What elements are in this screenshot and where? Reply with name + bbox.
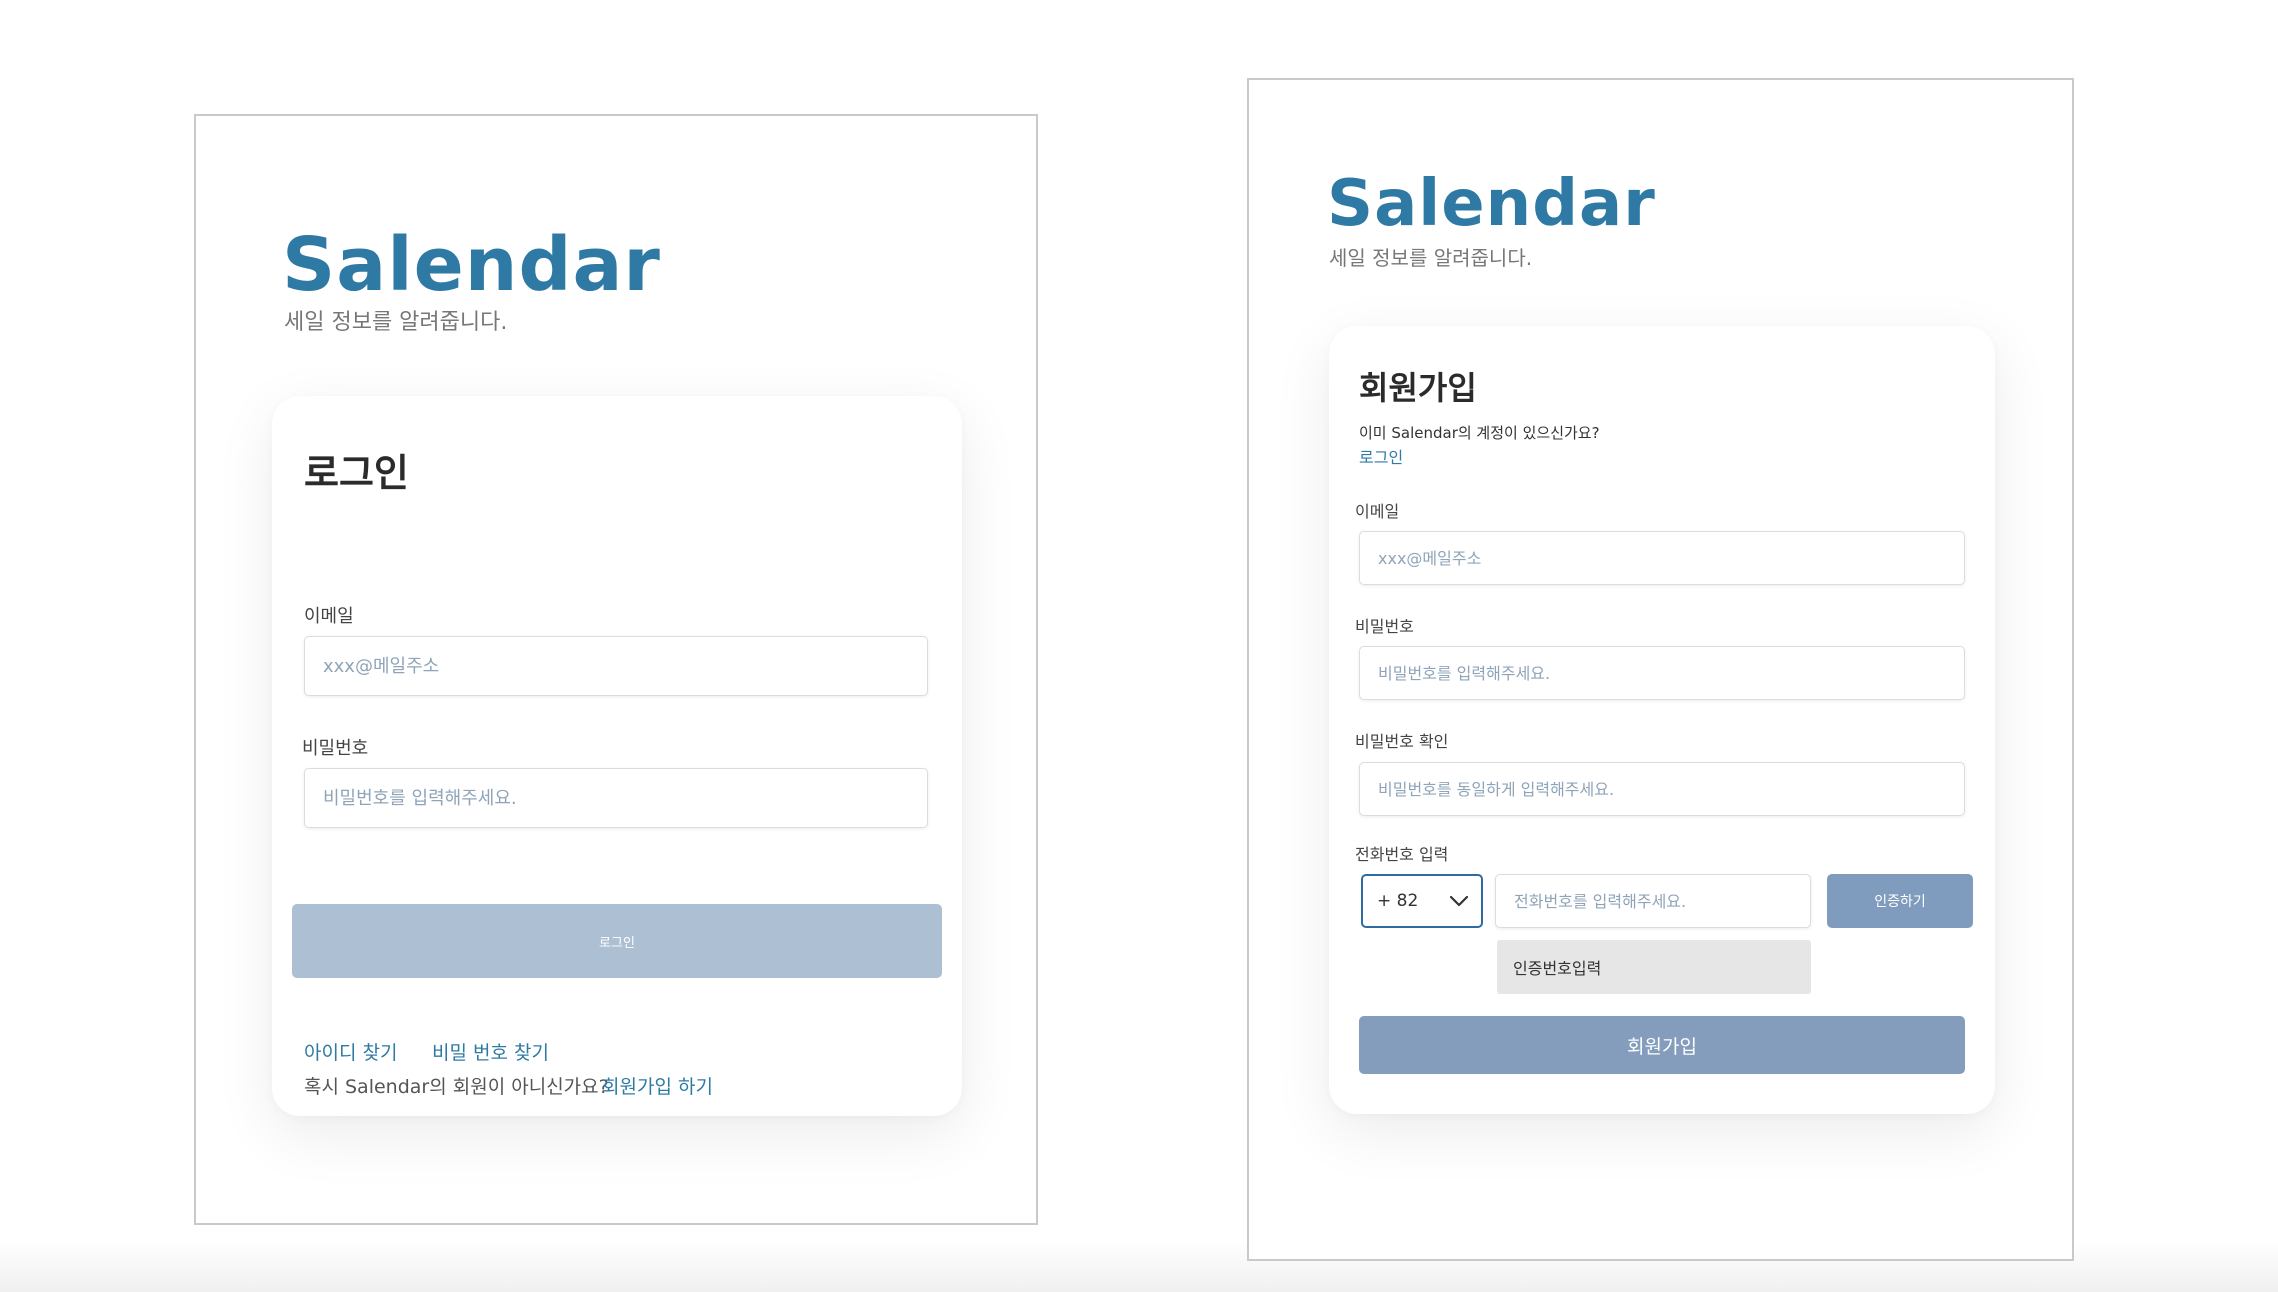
login-link[interactable]: 로그인 [1359, 450, 1403, 466]
verification-code-input[interactable]: 인증번호입력 [1497, 940, 1811, 994]
email-input[interactable] [304, 636, 928, 696]
country-code-select[interactable]: + 82 [1361, 874, 1483, 928]
password-confirm-input[interactable] [1359, 762, 1965, 816]
phone-input[interactable] [1495, 874, 1811, 928]
password-label: 비밀번호 [302, 738, 369, 759]
brand-tagline: 세일 정보를 알려줍니다. [1329, 246, 1533, 270]
email-input[interactable] [1359, 531, 1965, 585]
signup-card: 회원가입 이미 Salendar의 계정이 있으신가요? 로그인 이메일 비밀번… [1329, 326, 1995, 1114]
signup-title: 회원가입 [1359, 369, 1477, 407]
not-member-text: 혹시 Salendar의 회원이 아니신가요? [304, 1076, 609, 1098]
signup-link[interactable]: 회원가입 하기 [602, 1078, 713, 1097]
email-label: 이메일 [304, 606, 354, 627]
find-id-link[interactable]: 아이디 찾기 [304, 1044, 397, 1063]
brand-logo: Salendar [1327, 167, 1656, 241]
phone-label: 전화번호 입력 [1355, 845, 1449, 864]
find-password-link[interactable]: 비밀 번호 찾기 [432, 1044, 549, 1063]
verify-button[interactable]: 인증하기 [1827, 874, 1973, 928]
verification-code-placeholder: 인증번호입력 [1513, 959, 1602, 978]
login-card: 로그인 이메일 비밀번호 로그인 아이디 찾기 비밀 번호 찾기 혹시 Sale… [272, 396, 962, 1116]
password-input[interactable] [1359, 646, 1965, 700]
password-input[interactable] [304, 768, 928, 828]
login-title: 로그인 [304, 451, 409, 495]
brand-logo: Salendar [282, 222, 661, 308]
chevron-down-icon [1449, 895, 1469, 907]
password-confirm-label: 비밀번호 확인 [1355, 732, 1449, 751]
signup-screen: Salendar 세일 정보를 알려줍니다. 회원가입 이미 Salendar의… [1247, 78, 2074, 1261]
country-code-value: + 82 [1377, 891, 1419, 911]
email-label: 이메일 [1355, 502, 1400, 521]
already-member-text: 이미 Salendar의 계정이 있으신가요? [1359, 424, 1600, 442]
login-screen: Salendar 세일 정보를 알려줍니다. 로그인 이메일 비밀번호 로그인 … [194, 114, 1038, 1225]
password-label: 비밀번호 [1355, 617, 1414, 636]
brand-tagline: 세일 정보를 알려줍니다. [284, 310, 508, 335]
login-button[interactable]: 로그인 [292, 904, 942, 978]
signup-button[interactable]: 회원가입 [1359, 1016, 1965, 1074]
